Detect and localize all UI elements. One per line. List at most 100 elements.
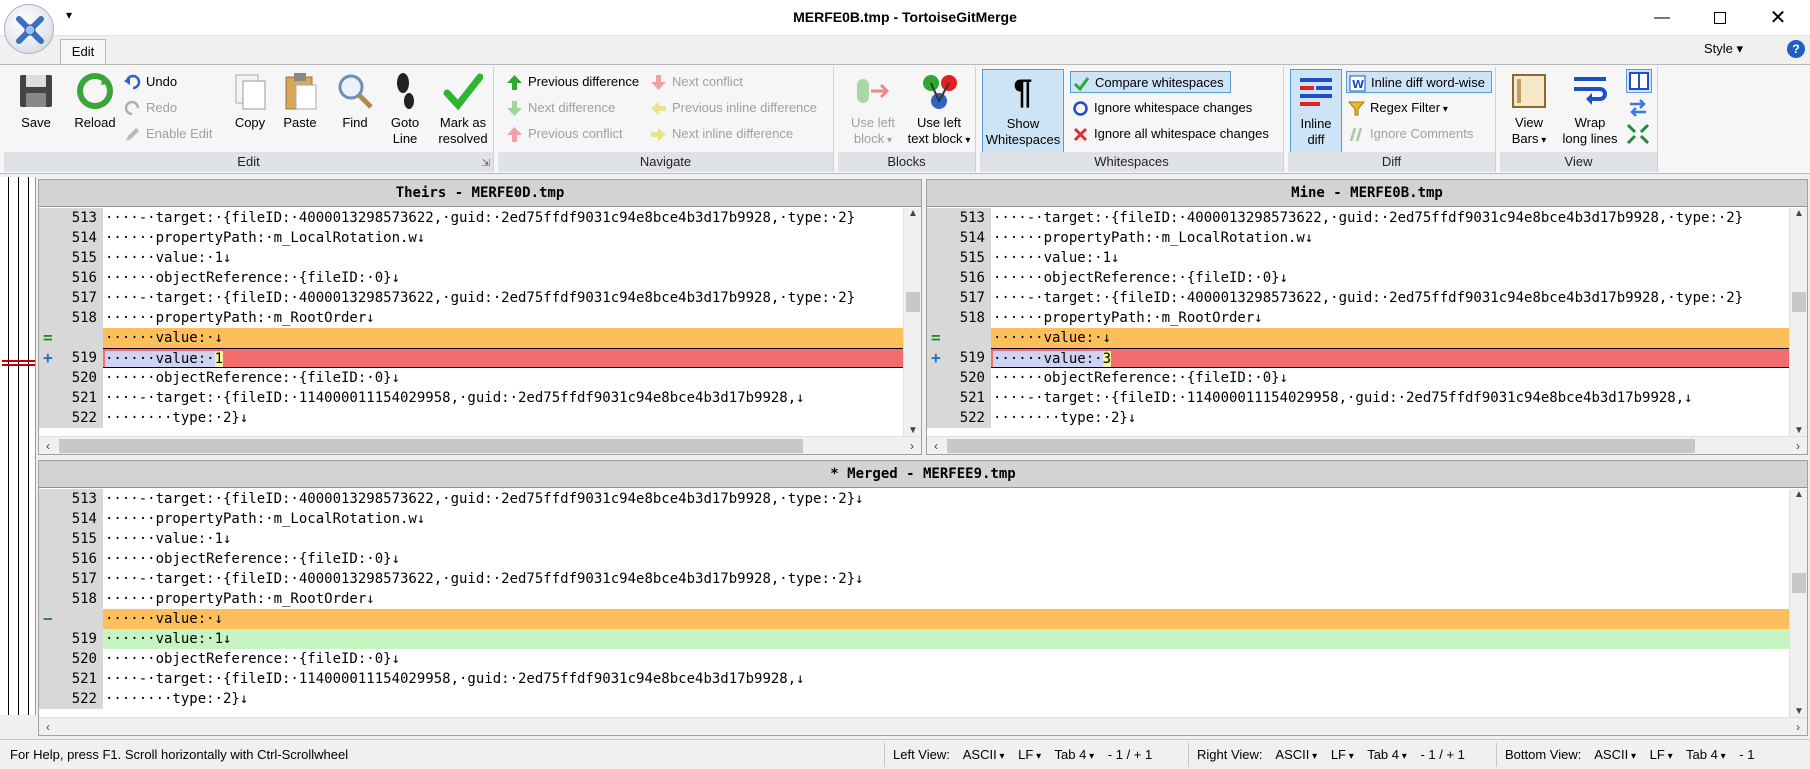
diff-line[interactable]: 515 ······value:·1↓ [927, 248, 1789, 268]
line-text[interactable]: ····-·target:·{fileID:·11400001115402995… [991, 388, 1789, 408]
line-text[interactable]: ····-·target:·{fileID:·4000013298573622,… [103, 288, 903, 308]
line-text[interactable]: ····-·target:·{fileID:·4000013298573622,… [103, 208, 903, 228]
diff-line[interactable]: 517 ····-·target:·{fileID:·40000132985736… [39, 569, 1789, 589]
line-text[interactable]: ······propertyPath:·m_LocalRotation.w↓ [103, 509, 1789, 529]
diff-line[interactable]: 515 ······value:·1↓ [39, 529, 1789, 549]
close-button[interactable]: ✕ [1752, 0, 1804, 36]
diff-line[interactable]: 520 ······objectReference:·{fileID:·0}↓ [927, 368, 1789, 388]
line-text[interactable]: ······objectReference:·{fileID:·0}↓ [103, 368, 903, 388]
diff-line[interactable]: 519 + ······value:·3 [927, 348, 1789, 368]
theirs-horizontal-scrollbar[interactable]: ‹ › [39, 436, 921, 454]
diff-line[interactable]: 518 ······propertyPath:·m_RootOrder↓ [39, 589, 1789, 609]
diff-line[interactable]: 513 ····-·target:·{fileID:·40000132985736… [39, 208, 903, 228]
diff-line[interactable]: 514 ······propertyPath:·m_LocalRotation.w… [39, 228, 903, 248]
line-text[interactable]: ······objectReference:·{fileID:·0}↓ [103, 549, 1789, 569]
diff-line[interactable]: 518 ······propertyPath:·m_RootOrder↓ [39, 308, 903, 328]
mine-vertical-scrollbar[interactable]: ▲ ▼ [1789, 208, 1807, 436]
line-text[interactable]: ····-·target:·{fileID:·4000013298573622,… [103, 489, 1789, 509]
left-view-encoding-dropdown[interactable]: ASCII [963, 747, 1005, 762]
previous-inline-difference-button[interactable]: Previous inline difference [648, 97, 817, 119]
diff-line[interactable]: 522 ········type:·2}↓ [39, 408, 903, 428]
line-text[interactable]: ······propertyPath:·m_RootOrder↓ [991, 308, 1789, 328]
style-menu[interactable]: Style ▾ [1704, 41, 1743, 57]
next-difference-button[interactable]: Next difference [504, 97, 615, 119]
inline-diff-button[interactable]: Inline diff [1290, 69, 1342, 153]
redo-button[interactable]: Redo [122, 97, 177, 119]
line-text[interactable]: ····-·target:·{fileID:·4000013298573622,… [103, 569, 1789, 589]
mine-vertical-scroll-thumb[interactable] [1792, 292, 1806, 312]
diff-line[interactable]: 521 ····-·target:·{fileID:·11400001115402… [39, 669, 1789, 689]
right-view-eol-dropdown[interactable]: LF [1331, 747, 1354, 762]
line-text[interactable]: ······propertyPath:·m_LocalRotation.w↓ [991, 228, 1789, 248]
save-button[interactable]: Save [8, 69, 64, 153]
line-text[interactable]: ······propertyPath:·m_RootOrder↓ [103, 308, 903, 328]
dialog-launcher-icon[interactable]: ⇲ [482, 158, 490, 169]
line-text[interactable]: ······value:·3 [991, 348, 1789, 368]
diff-line[interactable]: 522 ········type:·2}↓ [927, 408, 1789, 428]
previous-conflict-button[interactable]: Previous conflict [504, 123, 623, 145]
previous-difference-button[interactable]: Previous difference [504, 71, 639, 93]
theirs-horizontal-scroll-thumb[interactable] [59, 439, 803, 453]
bottom-view-tab-dropdown[interactable]: Tab 4 [1686, 747, 1726, 762]
swap-views-button[interactable] [1626, 97, 1652, 119]
line-text[interactable]: ······objectReference:·{fileID:·0}↓ [991, 368, 1789, 388]
tab-edit[interactable]: Edit [60, 39, 106, 65]
diff-line[interactable]: 521 ····-·target:·{fileID:·11400001115402… [39, 388, 903, 408]
quick-access-dropdown-icon[interactable]: ▾ [66, 8, 72, 22]
mark-resolved-button[interactable]: Mark as resolved [434, 69, 492, 153]
paste-button[interactable]: Paste [276, 69, 324, 153]
line-text[interactable]: ······value:·1↓ [103, 629, 1789, 649]
line-text[interactable]: ······propertyPath:·m_LocalRotation.w↓ [103, 228, 903, 248]
layout-toggle-button[interactable] [1626, 69, 1652, 93]
collapse-button[interactable] [1626, 123, 1652, 145]
line-text[interactable]: ······objectReference:·{fileID:·0}↓ [103, 649, 1789, 669]
mine-horizontal-scroll-thumb[interactable] [947, 439, 1695, 453]
diff-line[interactable]: 516 ······objectReference:·{fileID:·0}↓ [39, 268, 903, 288]
line-text[interactable]: ······value:·↓ [991, 328, 1789, 348]
line-text[interactable]: ····-·target:·{fileID:·4000013298573622,… [991, 288, 1789, 308]
diff-line[interactable]: 516 ······objectReference:·{fileID:·0}↓ [927, 268, 1789, 288]
line-text[interactable]: ······value:·1↓ [991, 248, 1789, 268]
enable-edit-button[interactable]: Enable Edit [122, 123, 213, 145]
merged-lines[interactable]: 513 ····-·target:·{fileID:·40000132985736… [39, 489, 1789, 709]
location-bar[interactable] [0, 177, 36, 715]
diff-line[interactable]: 519 + ······value:·1 [39, 348, 903, 368]
right-view-tab-dropdown[interactable]: Tab 4 [1367, 747, 1407, 762]
diff-line[interactable]: 514 ······propertyPath:·m_LocalRotation.w… [927, 228, 1789, 248]
compare-whitespaces-button[interactable]: Compare whitespaces [1070, 71, 1231, 93]
line-text[interactable]: ········type:·2}↓ [103, 689, 1789, 709]
diff-line[interactable]: 513 ····-·target:·{fileID:·40000132985736… [39, 489, 1789, 509]
goto-line-button[interactable]: Goto Line [382, 69, 428, 153]
left-view-eol-dropdown[interactable]: LF [1018, 747, 1041, 762]
theirs-pane[interactable]: Theirs - MERFE0D.tmp 513 ····-·target:·{f… [38, 179, 922, 455]
mine-pane[interactable]: Mine - MERFE0B.tmp 513 ····-·target:·{fil… [926, 179, 1808, 455]
theirs-vertical-scrollbar[interactable]: ▲ ▼ [903, 208, 921, 436]
ignore-whitespace-changes-button[interactable]: Ignore whitespace changes [1070, 97, 1252, 119]
use-left-block-button[interactable]: Use left block [842, 69, 904, 153]
diff-line[interactable]: 522 ········type:·2}↓ [39, 689, 1789, 709]
next-conflict-button[interactable]: Next conflict [648, 71, 743, 93]
diff-line[interactable]: − ······value:·↓ [39, 609, 1789, 629]
merged-vertical-scroll-thumb[interactable] [1792, 573, 1806, 593]
regex-filter-button[interactable]: Regex Filter [1346, 97, 1448, 119]
show-whitespaces-button[interactable]: ¶ Show Whitespaces [982, 69, 1064, 153]
diff-line[interactable]: 516 ······objectReference:·{fileID:·0}↓ [39, 549, 1789, 569]
line-text[interactable]: ····-·target:·{fileID:·11400001115402995… [103, 669, 1789, 689]
line-text[interactable]: ······value:·↓ [103, 609, 1789, 629]
diff-line[interactable]: = ······value:·↓ [39, 328, 903, 348]
find-button[interactable]: Find [332, 69, 378, 153]
reload-button[interactable]: Reload [68, 69, 122, 153]
line-text[interactable]: ······value:·↓ [103, 328, 903, 348]
merged-horizontal-scrollbar[interactable]: ‹ › [39, 717, 1807, 735]
bottom-view-encoding-dropdown[interactable]: ASCII [1594, 747, 1636, 762]
diff-line[interactable]: 519 ······value:·1↓ [39, 629, 1789, 649]
merged-pane[interactable]: * Merged - MERFEE9.tmp 513 ····-·target:·… [38, 460, 1808, 736]
line-text[interactable]: ········type:·2}↓ [991, 408, 1789, 428]
line-text[interactable]: ········type:·2}↓ [103, 408, 903, 428]
theirs-lines[interactable]: 513 ····-·target:·{fileID:·40000132985736… [39, 208, 903, 428]
undo-button[interactable]: Undo [122, 71, 177, 93]
line-text[interactable]: ······objectReference:·{fileID:·0}↓ [103, 268, 903, 288]
wrap-long-lines-button[interactable]: Wrap long lines [1558, 69, 1622, 153]
right-view-encoding-dropdown[interactable]: ASCII [1275, 747, 1317, 762]
view-bars-button[interactable]: View Bars [1504, 69, 1554, 153]
